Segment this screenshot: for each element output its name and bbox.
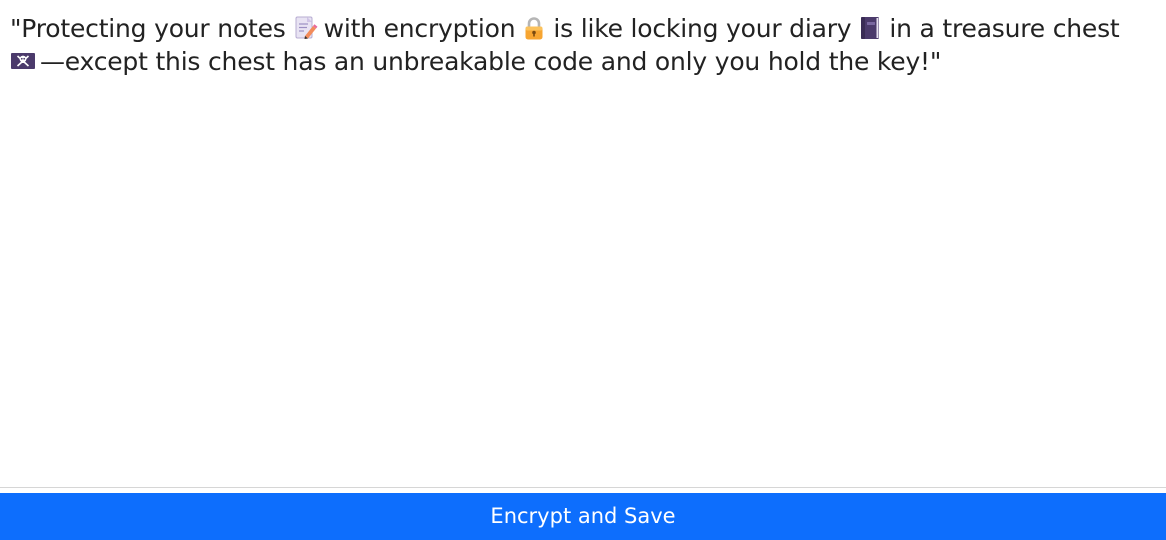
encrypt-and-save-button[interactable]: Encrypt and Save — [0, 493, 1166, 540]
memo-icon — [292, 15, 318, 41]
lock-icon — [521, 15, 547, 41]
note-text-segment: with encryption — [323, 14, 516, 43]
notebook-icon — [857, 15, 883, 41]
note-text-segment: —except this chest has an unbreakable co… — [40, 47, 942, 76]
pirate-flag-icon — [10, 48, 36, 74]
note-editor: "Protecting your notes with encryption i… — [0, 0, 1166, 540]
note-text-segment: in a treasure chest — [889, 14, 1120, 43]
note-text-area[interactable]: "Protecting your notes with encryption i… — [0, 0, 1166, 487]
note-text-segment: "Protecting your notes — [10, 14, 286, 43]
note-text-segment: is like locking your diary — [553, 14, 852, 43]
divider — [0, 487, 1166, 488]
